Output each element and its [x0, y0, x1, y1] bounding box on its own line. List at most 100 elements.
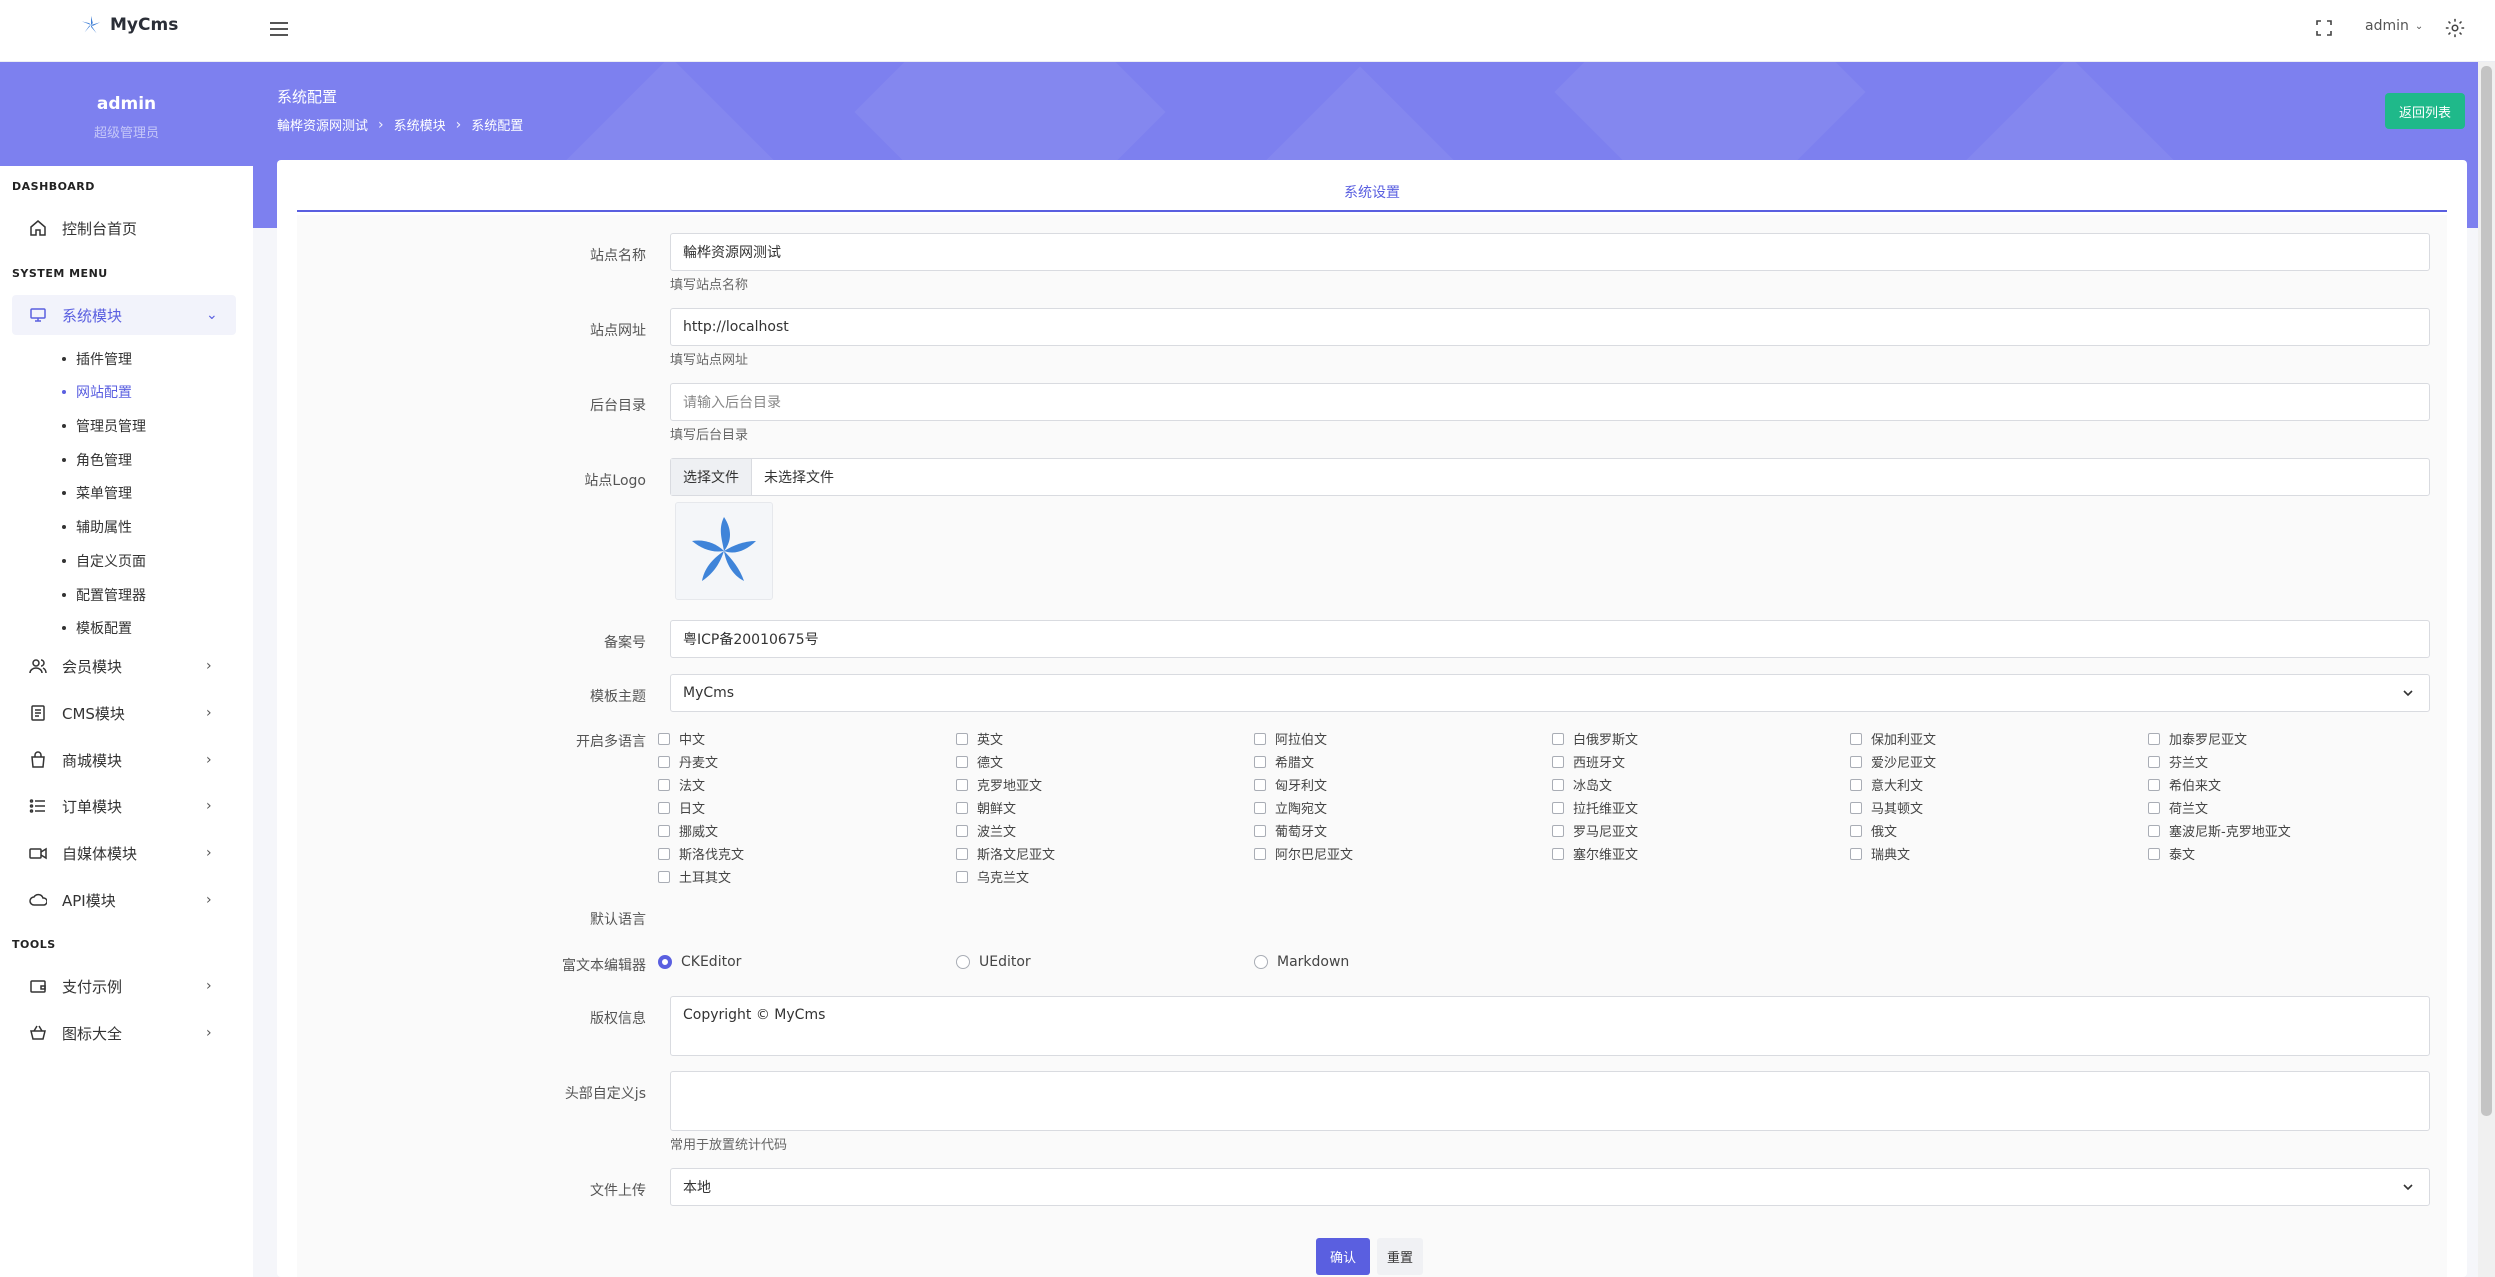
language-checkbox[interactable]: 希伯来文 — [2148, 775, 2221, 794]
sidebar-item-dashboard[interactable]: 控制台首页 — [12, 208, 236, 248]
language-checkbox[interactable]: 加泰罗尼亚文 — [2148, 729, 2247, 748]
language-label: 斯洛伐克文 — [679, 848, 745, 863]
theme-select[interactable]: MyCms — [670, 674, 2430, 712]
language-checkbox[interactable]: 瑞典文 — [1850, 844, 1910, 863]
language-checkbox[interactable]: 葡萄牙文 — [1254, 821, 1327, 840]
language-checkbox[interactable]: 阿拉伯文 — [1254, 729, 1327, 748]
site-name-input[interactable]: 輪桦资源网测试 — [670, 233, 2430, 271]
gear-icon[interactable] — [2444, 17, 2466, 39]
sidebar-item-member[interactable]: 会员模块 › — [12, 646, 236, 686]
scrollbar-thumb[interactable] — [2481, 66, 2492, 1116]
reset-button[interactable]: 重置 — [1377, 1238, 1423, 1275]
sidebar-subitem-admins[interactable]: 管理员管理 — [62, 416, 146, 436]
language-checkbox[interactable]: 朝鲜文 — [956, 798, 1016, 817]
language-checkbox[interactable]: 罗马尼亚文 — [1552, 821, 1638, 840]
language-checkbox[interactable]: 塞波尼斯-克罗地亚文 — [2148, 821, 2291, 840]
sidebar-item-icons[interactable]: 图标大全 › — [12, 1013, 236, 1053]
language-checkbox[interactable]: 斯洛文尼亚文 — [956, 844, 1055, 863]
language-checkbox[interactable]: 立陶宛文 — [1254, 798, 1327, 817]
language-checkbox[interactable]: 法文 — [658, 775, 705, 794]
logo-preview — [675, 502, 773, 600]
sidebar-subitem-label: 模板配置 — [76, 621, 132, 637]
app-logo[interactable]: MyCms — [80, 14, 178, 36]
sidebar-item-system-module[interactable]: 系统模块 ⌄ — [12, 295, 236, 335]
head-js-textarea[interactable] — [670, 1071, 2430, 1131]
checkbox-unchecked — [658, 732, 670, 745]
language-checkbox[interactable]: 匈牙利文 — [1254, 775, 1327, 794]
fullscreen-icon[interactable] — [2314, 18, 2334, 38]
sidebar-item-shop[interactable]: 商城模块 › — [12, 740, 236, 780]
language-checkbox[interactable]: 德文 — [956, 752, 1003, 771]
language-checkbox[interactable]: 俄文 — [1850, 821, 1897, 840]
sidebar-item-orders[interactable]: 订单模块 › — [12, 786, 236, 826]
choose-file-button[interactable]: 选择文件 — [671, 459, 752, 495]
language-checkbox[interactable]: 丹麦文 — [658, 752, 718, 771]
sidebar-item-api[interactable]: API模块 › — [12, 880, 236, 920]
breadcrumb-item[interactable]: 系统模块 — [394, 115, 446, 134]
language-checkbox[interactable]: 塞尔维亚文 — [1552, 844, 1638, 863]
site-logo-label: 站点Logo — [584, 473, 646, 489]
language-checkbox[interactable]: 芬兰文 — [2148, 752, 2208, 771]
chevron-right-icon: › — [206, 845, 212, 861]
language-checkbox[interactable]: 荷兰文 — [2148, 798, 2208, 817]
back-to-list-button[interactable]: 返回列表 — [2385, 93, 2466, 129]
checkbox-unchecked — [2148, 801, 2160, 814]
language-checkbox[interactable]: 克罗地亚文 — [956, 775, 1042, 794]
sidebar-subitem-label: 网站配置 — [76, 385, 132, 401]
sidebar-item-cms[interactable]: CMS模块 › — [12, 693, 236, 733]
icp-input[interactable]: 粤ICP备20010675号 — [670, 620, 2430, 658]
editor-option-ueditor[interactable]: UEditor — [956, 954, 1031, 970]
wallet-icon — [28, 976, 48, 996]
sidebar-subitem-plugins[interactable]: 插件管理 — [62, 349, 132, 369]
language-label: 爱沙尼亚文 — [1871, 756, 1937, 771]
sidebar-subitem-site-config[interactable]: 网站配置 — [62, 382, 132, 402]
tab-system-settings[interactable]: 系统设置 — [297, 182, 2447, 212]
language-checkbox[interactable]: 保加利亚文 — [1850, 729, 1936, 748]
language-label: 西班牙文 — [1573, 756, 1626, 771]
sidebar-item-media[interactable]: 自媒体模块 › — [12, 833, 236, 873]
language-checkbox[interactable]: 英文 — [956, 729, 1003, 748]
copyright-textarea[interactable]: Copyright © MyCms — [670, 996, 2430, 1056]
language-checkbox[interactable]: 挪威文 — [658, 821, 718, 840]
language-checkbox[interactable]: 泰文 — [2148, 844, 2195, 863]
language-checkbox[interactable]: 斯洛伐克文 — [658, 844, 744, 863]
language-checkbox[interactable]: 拉托维亚文 — [1552, 798, 1638, 817]
upload-select[interactable]: 本地 — [670, 1168, 2430, 1206]
editor-option-ckeditor[interactable]: CKEditor — [658, 954, 741, 970]
language-checkbox[interactable]: 白俄罗斯文 — [1552, 729, 1638, 748]
site-logo-file-input[interactable]: 选择文件 未选择文件 — [670, 458, 2430, 496]
admin-dir-label: 后台目录 — [590, 398, 646, 414]
language-checkbox[interactable]: 阿尔巴尼亚文 — [1254, 844, 1353, 863]
language-checkbox[interactable]: 西班牙文 — [1552, 752, 1625, 771]
sidebar-subitem-menus[interactable]: 菜单管理 — [62, 483, 132, 503]
language-label: 泰文 — [2169, 848, 2196, 863]
language-checkbox[interactable]: 意大利文 — [1850, 775, 1923, 794]
language-checkbox[interactable]: 日文 — [658, 798, 705, 817]
sidebar-subitem-config-manager[interactable]: 配置管理器 — [62, 585, 146, 605]
sidebar-item-payment[interactable]: 支付示例 › — [12, 966, 236, 1006]
confirm-button[interactable]: 确认 — [1316, 1238, 1370, 1275]
top-bar: MyCms admin ⌄ — [0, 0, 2495, 62]
sidebar-subitem-template-config[interactable]: 模板配置 — [62, 618, 132, 638]
language-checkbox[interactable]: 希腊文 — [1254, 752, 1314, 771]
admin-dir-input[interactable]: 请输入后台目录 — [670, 383, 2430, 421]
language-checkbox[interactable]: 乌克兰文 — [956, 867, 1029, 886]
sidebar-item-label: 自媒体模块 — [62, 844, 138, 863]
sidebar-subitem-attributes[interactable]: 辅助属性 — [62, 517, 132, 537]
user-dropdown[interactable]: admin ⌄ — [2365, 18, 2423, 34]
sidebar-subitem-custom-pages[interactable]: 自定义页面 — [62, 551, 146, 571]
language-checkbox[interactable]: 中文 — [658, 729, 705, 748]
language-checkbox[interactable]: 冰岛文 — [1552, 775, 1612, 794]
language-checkbox[interactable]: 波兰文 — [956, 821, 1016, 840]
chevron-right-icon: › — [206, 798, 212, 814]
sidebar-subitem-roles[interactable]: 角色管理 — [62, 450, 132, 470]
editor-option-markdown[interactable]: Markdown — [1254, 954, 1349, 970]
language-checkbox[interactable]: 爱沙尼亚文 — [1850, 752, 1936, 771]
breadcrumb: 輪桦资源网测试 › 系统模块 › 系统配置 — [277, 115, 523, 135]
language-checkbox[interactable]: 马其顿文 — [1850, 798, 1923, 817]
checkbox-unchecked — [1850, 847, 1862, 860]
language-checkbox[interactable]: 土耳其文 — [658, 867, 731, 886]
breadcrumb-item[interactable]: 輪桦资源网测试 — [277, 115, 368, 134]
site-url-input[interactable]: http://localhost — [670, 308, 2430, 346]
menu-toggle-icon[interactable] — [270, 18, 292, 40]
